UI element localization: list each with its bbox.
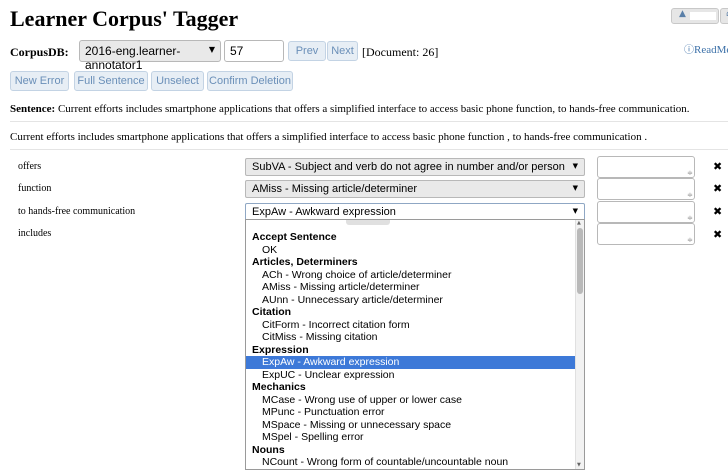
home-button[interactable]: ⌂ [720, 8, 728, 24]
page-title: Learner Corpus' Tagger [10, 6, 239, 31]
divider [10, 149, 728, 150]
dropdown-options: Accept Sentence OK Articles, Determiners AC… [246, 231, 577, 469]
dropdown-group-label: Nouns [252, 443, 285, 456]
prev-button[interactable]: Prev [288, 41, 326, 61]
scroll-down-icon[interactable]: ▼ [577, 462, 581, 468]
dropdown-option[interactable]: CitForm - Incorrect citation form [246, 319, 577, 332]
user-menu-button[interactable]: ▲ [671, 8, 719, 24]
close-icon[interactable]: ✖ [713, 228, 722, 241]
dropdown-option[interactable]: MSpace - Missing or unnecessary space [246, 419, 577, 432]
dropdown-option[interactable]: MPunc - Punctuation error [246, 406, 577, 419]
resize-grip-icon: ≑ [687, 191, 693, 199]
error-tag-value: AMiss - Missing article/determiner [252, 183, 418, 195]
error-note-textarea[interactable]: ≑ [597, 178, 695, 200]
error-token-label: offers [18, 161, 42, 172]
unselect-button[interactable]: Unselect [151, 71, 204, 91]
scroll-up-icon[interactable]: ▲ [577, 220, 581, 226]
divider [10, 121, 728, 122]
corpusdb-select[interactable]: 2016-eng.learner-annotator1 ▼ [79, 40, 221, 72]
full-sentence-button[interactable]: Full Sentence [74, 71, 148, 91]
sentence-body: Current efforts includes smartphone appl… [57, 103, 690, 115]
resize-grip-icon: ≑ [687, 236, 693, 244]
scrollbar-thumb[interactable] [577, 228, 583, 294]
document-number-input[interactable]: 57 [224, 40, 284, 62]
user-icon: ▲ [679, 9, 686, 19]
confirm-deletion-button[interactable]: Confirm Deletion [207, 71, 293, 91]
dropdown-option[interactable]: MCase - Wrong use of upper or lower case [246, 394, 577, 407]
error-note-textarea[interactable]: ≑ [597, 223, 695, 245]
readme-label: ReadMe [694, 44, 728, 56]
corpusdb-selected-value: 2016-eng.learner-annotator1 [85, 44, 181, 72]
error-token-label: to hands-free communication [18, 206, 136, 217]
sentence-label: Sentence: [10, 103, 56, 115]
error-tag-value: SubVA - Subject and verb do not agree in… [252, 161, 565, 173]
new-error-button[interactable]: New Error [10, 71, 69, 91]
dropdown-group-label: Accept Sentence [252, 231, 337, 243]
document-label: [Document: 26] [362, 45, 439, 59]
close-icon[interactable]: ✖ [713, 160, 722, 173]
readme-link[interactable]: ⓘReadMe [684, 41, 728, 56]
chevron-down-icon: ▼ [572, 184, 578, 192]
chevron-down-icon: ▼ [208, 45, 215, 54]
chevron-down-icon: ▼ [572, 162, 578, 170]
error-tag-select[interactable]: SubVA - Subject and verb do not agree in… [245, 158, 585, 176]
error-tag-dropdown-list[interactable]: Accept Sentence OK Articles, Determiners AC… [245, 219, 585, 470]
dropdown-option[interactable]: CitMiss - Missing citation [246, 331, 577, 344]
close-icon[interactable]: ✖ [713, 182, 722, 195]
resize-grip-icon: ≑ [687, 169, 693, 177]
dropdown-scrollbar[interactable]: ▲ ▼ [575, 220, 584, 469]
dropdown-option[interactable]: ExpUC - Unclear expression [246, 369, 577, 382]
dropdown-group-label: Expression [252, 343, 309, 356]
dropdown-group-label: Articles, Determiners [252, 256, 358, 268]
dropdown-option[interactable]: ExpAw - Awkward expression [246, 356, 577, 369]
tokenized-sentence[interactable]: Current efforts includes smartphone appl… [10, 131, 647, 143]
error-note-textarea[interactable]: ≑ [597, 201, 695, 223]
error-tag-select[interactable]: AMiss - Missing article/determiner ▼ [245, 180, 585, 198]
corpusdb-label: CorpusDB: [10, 45, 69, 59]
error-token-label: includes [18, 228, 52, 239]
dropdown-group-label: Citation [252, 306, 292, 318]
dropdown-option[interactable]: MSpel - Spelling error [246, 431, 577, 444]
sentence-text: Sentence: Current efforts includes smart… [10, 103, 690, 115]
dropdown-option[interactable]: ACh - Wrong choice of article/determiner [246, 269, 577, 282]
next-button[interactable]: Next [327, 41, 358, 61]
close-icon[interactable]: ✖ [713, 205, 722, 218]
error-tag-value: ExpAw - Awkward expression [252, 206, 396, 218]
info-icon: ⓘ [684, 45, 694, 56]
chevron-down-icon: ▼ [572, 207, 578, 215]
error-token-label: function [18, 183, 52, 194]
dropdown-option[interactable]: OK [246, 244, 577, 257]
resize-grip-icon: ≑ [687, 214, 693, 222]
scroll-up-indicator[interactable] [346, 220, 390, 225]
username-field [690, 12, 716, 20]
dropdown-option[interactable]: NCount - Wrong form of countable/uncount… [246, 456, 577, 469]
dropdown-option[interactable]: AUnn - Unnecessary article/determiner [246, 294, 577, 307]
dropdown-option[interactable]: AMiss - Missing article/determiner [246, 281, 577, 294]
error-note-textarea[interactable]: ≑ [597, 156, 695, 178]
dropdown-group-label: Mechanics [252, 381, 306, 393]
